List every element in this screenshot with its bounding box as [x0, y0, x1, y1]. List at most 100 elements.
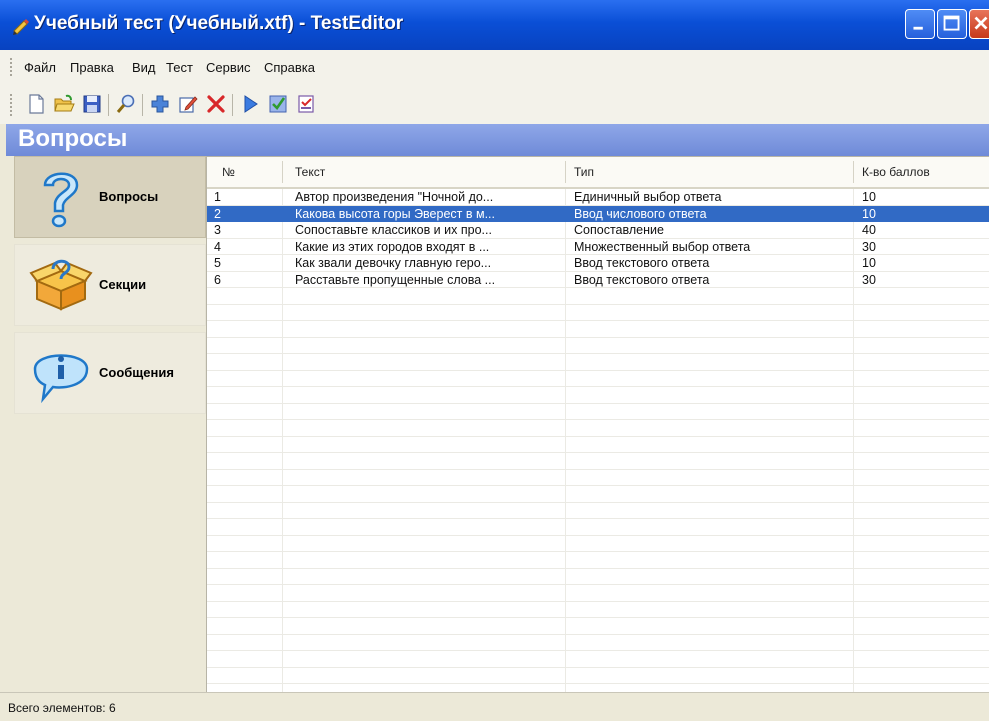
- menu-file[interactable]: Файл: [24, 60, 56, 75]
- table-cell-num: 5: [214, 256, 221, 270]
- menu-test[interactable]: Тест: [166, 60, 193, 75]
- title-bar[interactable]: Учебный тест (Учебный.xtf) - TestEditor: [0, 0, 989, 50]
- status-bar: Всего элементов: 6: [0, 692, 989, 721]
- table-row[interactable]: 1 Автор произведения "Ночной до... Единичн…: [207, 189, 989, 205]
- toolbar-grip[interactable]: [10, 94, 14, 116]
- nav-item-questions[interactable]: Вопросы: [14, 156, 206, 238]
- row-gridline: [207, 419, 989, 420]
- info-bubble-icon: [29, 339, 93, 407]
- table-cell-points: 40: [862, 223, 876, 237]
- row-gridline: [207, 617, 989, 618]
- row-gridline: [207, 534, 989, 536]
- nav-item-label: Сообщения: [99, 365, 174, 380]
- edit-icon[interactable]: [176, 92, 200, 116]
- row-gridline: [207, 386, 989, 387]
- toolbar-separator: [108, 94, 109, 116]
- open-folder-icon[interactable]: [52, 92, 76, 116]
- row-gridline: [207, 369, 989, 371]
- check-icon[interactable]: [266, 92, 290, 116]
- table-cell-points: 10: [862, 256, 876, 270]
- menu-help[interactable]: Справка: [264, 60, 315, 75]
- row-gridline: [207, 518, 989, 519]
- table-cell-points: 10: [862, 206, 876, 221]
- table-header: № Текст Тип К-во баллов: [207, 157, 989, 189]
- row-gridline: [207, 666, 989, 668]
- row-gridline: [207, 402, 989, 404]
- menu-edit[interactable]: Правка: [70, 60, 114, 75]
- column-resize-handle[interactable]: [282, 161, 283, 183]
- nav-item-label: Секции: [99, 277, 147, 292]
- sections-box-icon: [29, 251, 93, 319]
- table-row[interactable]: 5 Как звали девочку главную геро... Ввод т…: [207, 255, 989, 271]
- section-header: Вопросы: [6, 124, 989, 156]
- table-cell-type: Ввод числового ответа: [574, 206, 707, 221]
- nav-item-messages[interactable]: Сообщения: [14, 332, 206, 414]
- row-gridline: [207, 468, 989, 470]
- row-gridline: [207, 320, 989, 321]
- table-cell-num: 6: [214, 272, 221, 287]
- table-cell-text: Сопоставьте классиков и их про...: [295, 223, 492, 237]
- section-title: Вопросы: [18, 125, 128, 152]
- save-icon[interactable]: [80, 92, 104, 116]
- row-gridline: [207, 567, 989, 569]
- menu-grip[interactable]: [10, 58, 14, 76]
- search-icon[interactable]: [114, 92, 138, 116]
- report-icon[interactable]: [294, 92, 318, 116]
- column-resize-handle[interactable]: [565, 161, 566, 183]
- column-header-points[interactable]: К-во баллов: [862, 157, 930, 187]
- column-header-number[interactable]: №: [222, 157, 235, 187]
- table-cell-num: 4: [214, 239, 221, 254]
- table-cell-text: Расставьте пропущенные слова ...: [295, 272, 496, 287]
- table-cell-num: 1: [214, 190, 221, 204]
- row-gridline: [207, 584, 989, 585]
- toolbar: [0, 84, 989, 124]
- row-gridline: [207, 485, 989, 486]
- table-row[interactable]: 4 Какие из этих городов входят в ... Множе…: [207, 239, 989, 255]
- toolbar-separator: [142, 94, 143, 116]
- row-gridline: [207, 435, 989, 437]
- minimize-button[interactable]: [905, 9, 935, 39]
- row-gridline: [207, 633, 989, 635]
- question-icon: [29, 163, 93, 231]
- table-cell-type: Ввод текстового ответа: [574, 272, 710, 287]
- menu-bar: Файл Правка Вид Тест Сервис Справка: [0, 50, 989, 85]
- table-cell-text: Как звали девочку главную геро...: [295, 256, 492, 270]
- nav-item-sections[interactable]: Секции: [14, 244, 206, 326]
- table-cell-points: 30: [862, 272, 876, 287]
- row-gridline: [207, 501, 989, 503]
- table-cell-type: Множественный выбор ответа: [574, 239, 751, 254]
- row-gridline: [207, 353, 989, 354]
- toolbar-separator: [232, 94, 233, 116]
- table-cell-points: 30: [862, 239, 876, 254]
- row-gridline: [207, 303, 989, 305]
- maximize-button[interactable]: [937, 9, 967, 39]
- table-row[interactable]: 6 Расставьте пропущенные слова ... Ввод те…: [207, 272, 989, 288]
- row-gridline: [207, 600, 989, 602]
- row-gridline: [207, 683, 989, 684]
- table-row[interactable]: 3 Сопоставьте классиков и их про... Сопост…: [207, 222, 989, 238]
- table-cell-text: Какова высота горы Эверест в м...: [295, 206, 495, 221]
- left-navigation: Вопросы Секции Сообщения: [6, 156, 206, 692]
- table-cell-type: Единичный выбор ответа: [574, 190, 722, 204]
- column-header-type[interactable]: Тип: [574, 157, 594, 187]
- close-button[interactable]: [969, 9, 989, 39]
- nav-item-label: Вопросы: [99, 189, 159, 204]
- add-icon[interactable]: [148, 92, 172, 116]
- row-gridline: [207, 452, 989, 453]
- table-cell-text: Автор произведения "Ночной до...: [295, 190, 494, 204]
- table-row[interactable]: 2 Какова высота горы Эверест в м... Ввод ч…: [207, 205, 989, 222]
- menu-service[interactable]: Сервис: [206, 60, 251, 75]
- app-window: Учебный тест (Учебный.xtf) - TestEditor …: [0, 0, 989, 721]
- row-gridline: [207, 551, 989, 552]
- table-cell-type: Сопоставление: [574, 223, 664, 237]
- new-file-icon[interactable]: [24, 92, 48, 116]
- table-cell-points: 10: [862, 190, 876, 204]
- delete-icon[interactable]: [204, 92, 228, 116]
- menu-view[interactable]: Вид: [132, 60, 156, 75]
- column-resize-handle[interactable]: [853, 161, 854, 183]
- column-header-text[interactable]: Текст: [295, 157, 325, 187]
- table-cell-num: 3: [214, 223, 221, 237]
- questions-table[interactable]: № Текст Тип К-во баллов 1 Автор произведе…: [206, 156, 989, 692]
- window-title: Учебный тест (Учебный.xtf) - TestEditor: [34, 13, 404, 34]
- play-icon[interactable]: [238, 92, 262, 116]
